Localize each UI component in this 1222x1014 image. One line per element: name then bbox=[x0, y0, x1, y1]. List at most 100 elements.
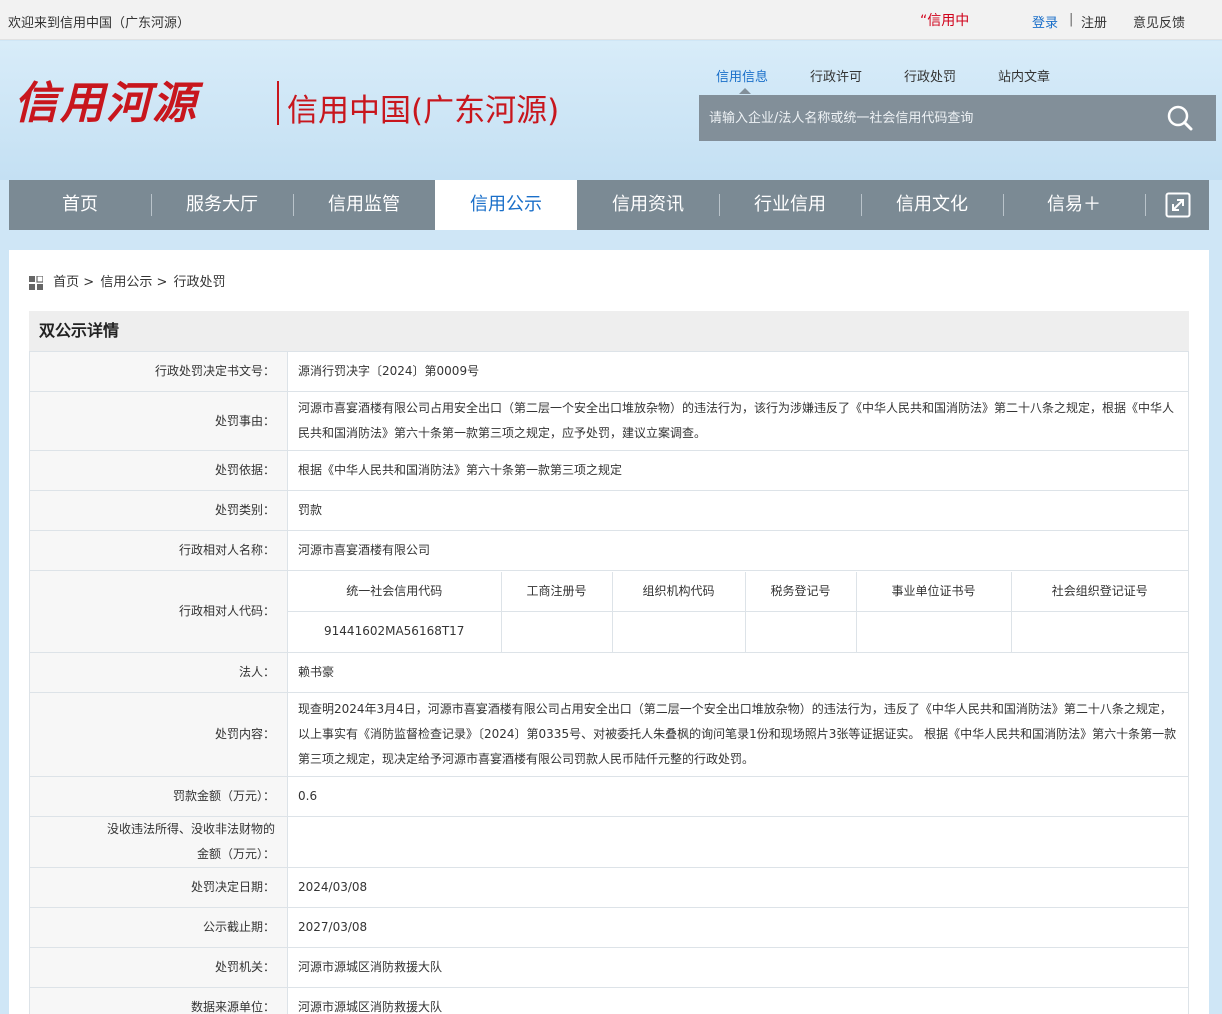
field-label: 法人： bbox=[29, 652, 288, 693]
code-header: 工商注册号 bbox=[500, 571, 613, 612]
search-tab-credit-info[interactable]: 信用信息 bbox=[716, 66, 768, 85]
breadcrumb-credit-disclosure[interactable]: 信用公示 bbox=[100, 275, 152, 290]
field-value-expiry: 2027/03/08 bbox=[287, 907, 1189, 948]
search-bar bbox=[699, 95, 1216, 141]
breadcrumb-grid-icon bbox=[29, 275, 43, 290]
table-row: 行政处罚决定书文号： 源消行罚决字〔2024〕第0009号 bbox=[29, 351, 1189, 392]
register-link[interactable]: 注册 bbox=[1081, 12, 1107, 31]
detail-table: 行政处罚决定书文号： 源消行罚决字〔2024〕第0009号 处罚事由： 河源市喜… bbox=[29, 351, 1189, 1014]
field-value-reason: 河源市喜宴酒楼有限公司占用安全出口（第二层一个安全出口堆放杂物）的违法行为，该行… bbox=[287, 391, 1189, 451]
table-row: 数据来源单位： 河源市源城区消防救援大队 bbox=[29, 987, 1189, 1014]
field-label-confiscate: 没收违法所得、没收非法财物的 金额（万元）： bbox=[29, 816, 288, 868]
detail-box: 双公示详情 行政处罚决定书文号： 源消行罚决字〔2024〕第0009号 处罚事由… bbox=[29, 311, 1189, 1014]
search-input[interactable] bbox=[699, 95, 1149, 141]
field-value-authority: 河源市源城区消防救援大队 bbox=[287, 947, 1189, 988]
field-label: 行政相对人名称： bbox=[29, 530, 288, 571]
field-value-legal-rep: 赖书豪 bbox=[287, 652, 1189, 693]
breadcrumb-home[interactable]: 首页 bbox=[53, 275, 79, 290]
field-label: 处罚内容： bbox=[29, 692, 288, 777]
field-label: 公示截止期： bbox=[29, 907, 288, 948]
field-label: 处罚决定日期： bbox=[29, 867, 288, 908]
code-value bbox=[744, 611, 857, 652]
table-row: 处罚机关： 河源市源城区消防救援大队 bbox=[29, 947, 1189, 988]
nav-home[interactable]: 首页 bbox=[9, 180, 151, 230]
field-value-fine: 0.6 bbox=[287, 776, 1189, 817]
table-row: 处罚类别： 罚款 bbox=[29, 490, 1189, 531]
table-row: 行政相对人代码： 统一社会信用代码 工商注册号 组织机构代码 税务登记号 事业单… bbox=[29, 570, 1189, 653]
login-link[interactable]: 登录 bbox=[1032, 12, 1058, 31]
code-value bbox=[500, 611, 613, 652]
table-row: 行政相对人名称： 河源市喜宴酒楼有限公司 bbox=[29, 530, 1189, 571]
nav-service-hall[interactable]: 服务大厅 bbox=[151, 180, 293, 230]
table-row: 91441602MA56168T17 bbox=[288, 611, 1188, 652]
table-row: 没收违法所得、没收非法财物的 金额（万元）： bbox=[29, 816, 1189, 868]
logo-divider bbox=[277, 81, 279, 125]
field-label-line: 没收违法所得、没收非法财物的 bbox=[106, 822, 275, 836]
code-header: 统一社会信用代码 bbox=[288, 571, 502, 612]
search-button[interactable] bbox=[1161, 103, 1201, 133]
field-value-content: 现查明2024年3月4日，河源市喜宴酒楼有限公司占用安全出口（第二层一个安全出口… bbox=[287, 692, 1189, 777]
field-value-basis: 根据《中华人民共和国消防法》第六十条第一款第三项之规定 bbox=[287, 450, 1189, 491]
field-value-confiscate bbox=[287, 816, 1189, 868]
code-header: 组织机构代码 bbox=[611, 571, 746, 612]
field-value-doc-no: 源消行罚决字〔2024〕第0009号 bbox=[287, 351, 1189, 392]
expand-button[interactable] bbox=[1165, 192, 1191, 218]
code-value: 91441602MA56168T17 bbox=[288, 611, 502, 652]
welcome-text: 欢迎来到信用中国（广东河源） bbox=[8, 16, 191, 31]
main-nav: 首页 服务大厅 信用监管 信用公示 信用资讯 行业信用 信用文化 信易＋ bbox=[9, 180, 1209, 230]
breadcrumb-sep: > bbox=[83, 275, 95, 290]
code-header: 社会组织登记证号 bbox=[1010, 571, 1188, 612]
feedback-link[interactable]: 意见反馈 bbox=[1133, 12, 1185, 31]
field-label: 罚款金额（万元）： bbox=[29, 776, 288, 817]
search-icon bbox=[1167, 105, 1193, 131]
breadcrumb: 首页 > 信用公示 > 行政处罚 bbox=[29, 271, 228, 290]
content-panel: 首页 > 信用公示 > 行政处罚 双公示详情 行政处罚决定书文号： 源消行罚决字… bbox=[9, 250, 1209, 1014]
field-value-party-codes: 统一社会信用代码 工商注册号 组织机构代码 税务登记号 事业单位证书号 社会组织… bbox=[287, 570, 1189, 653]
search-tab-admin-penalty[interactable]: 行政处罚 bbox=[904, 66, 956, 85]
field-label: 处罚类别： bbox=[29, 490, 288, 531]
detail-title: 双公示详情 bbox=[29, 311, 1189, 351]
field-label-line: 金额（万元）： bbox=[196, 847, 275, 861]
field-label: 处罚机关： bbox=[29, 947, 288, 988]
field-value-party-name: 河源市喜宴酒楼有限公司 bbox=[287, 530, 1189, 571]
nav-credit-easy[interactable]: 信易＋ bbox=[1003, 180, 1145, 230]
field-value-decision-date: 2024/03/08 bbox=[287, 867, 1189, 908]
nav-credit-news[interactable]: 信用资讯 bbox=[577, 180, 719, 230]
nav-credit-disclosure[interactable]: 信用公示 bbox=[435, 180, 577, 230]
field-label: 数据来源单位： bbox=[29, 987, 288, 1014]
table-row: 罚款金额（万元）： 0.6 bbox=[29, 776, 1189, 817]
table-row: 公示截止期： 2027/03/08 bbox=[29, 907, 1189, 948]
top-bar: 欢迎来到信用中国（广东河源） “信用中 登录 | 注册 意见反馈 bbox=[0, 0, 1222, 40]
field-label: 处罚事由： bbox=[29, 391, 288, 451]
search-tab-admin-license[interactable]: 行政许可 bbox=[810, 66, 862, 85]
site-header: 信用河源 信用中国(广东河源) 信用信息 行政许可 行政处罚 站内文章 bbox=[0, 41, 1222, 180]
scrolling-notice[interactable]: “信用中 bbox=[920, 10, 969, 30]
nav-divider bbox=[1145, 194, 1146, 216]
table-row: 统一社会信用代码 工商注册号 组织机构代码 税务登记号 事业单位证书号 社会组织… bbox=[288, 571, 1188, 612]
code-value bbox=[855, 611, 1012, 652]
field-value-category: 罚款 bbox=[287, 490, 1189, 531]
breadcrumb-current: 行政处罚 bbox=[173, 275, 226, 290]
site-logo-subtitle[interactable]: 信用中国(广东河源) bbox=[287, 85, 559, 130]
field-label: 处罚依据： bbox=[29, 450, 288, 491]
search-tab-site-articles[interactable]: 站内文章 bbox=[998, 66, 1050, 85]
active-tab-caret-icon bbox=[739, 88, 751, 94]
expand-icon bbox=[1165, 192, 1191, 218]
table-row: 法人： 赖书豪 bbox=[29, 652, 1189, 693]
code-value bbox=[1010, 611, 1188, 652]
nav-industry-credit[interactable]: 行业信用 bbox=[719, 180, 861, 230]
login-register-separator: | bbox=[1069, 12, 1074, 27]
field-label: 行政相对人代码： bbox=[29, 570, 288, 653]
nav-credit-supervision[interactable]: 信用监管 bbox=[293, 180, 435, 230]
field-label: 行政处罚决定书文号： bbox=[29, 351, 288, 392]
breadcrumb-sep: > bbox=[156, 275, 168, 290]
site-logo-calligraphy[interactable]: 信用河源 bbox=[14, 67, 198, 131]
code-header: 事业单位证书号 bbox=[855, 571, 1012, 612]
code-subtable: 统一社会信用代码 工商注册号 组织机构代码 税务登记号 事业单位证书号 社会组织… bbox=[288, 571, 1188, 652]
field-value-source: 河源市源城区消防救援大队 bbox=[287, 987, 1189, 1014]
table-row: 处罚决定日期： 2024/03/08 bbox=[29, 867, 1189, 908]
table-row: 处罚依据： 根据《中华人民共和国消防法》第六十条第一款第三项之规定 bbox=[29, 450, 1189, 491]
code-header: 税务登记号 bbox=[744, 571, 857, 612]
nav-credit-culture[interactable]: 信用文化 bbox=[861, 180, 1003, 230]
table-row: 处罚事由： 河源市喜宴酒楼有限公司占用安全出口（第二层一个安全出口堆放杂物）的违… bbox=[29, 391, 1189, 451]
